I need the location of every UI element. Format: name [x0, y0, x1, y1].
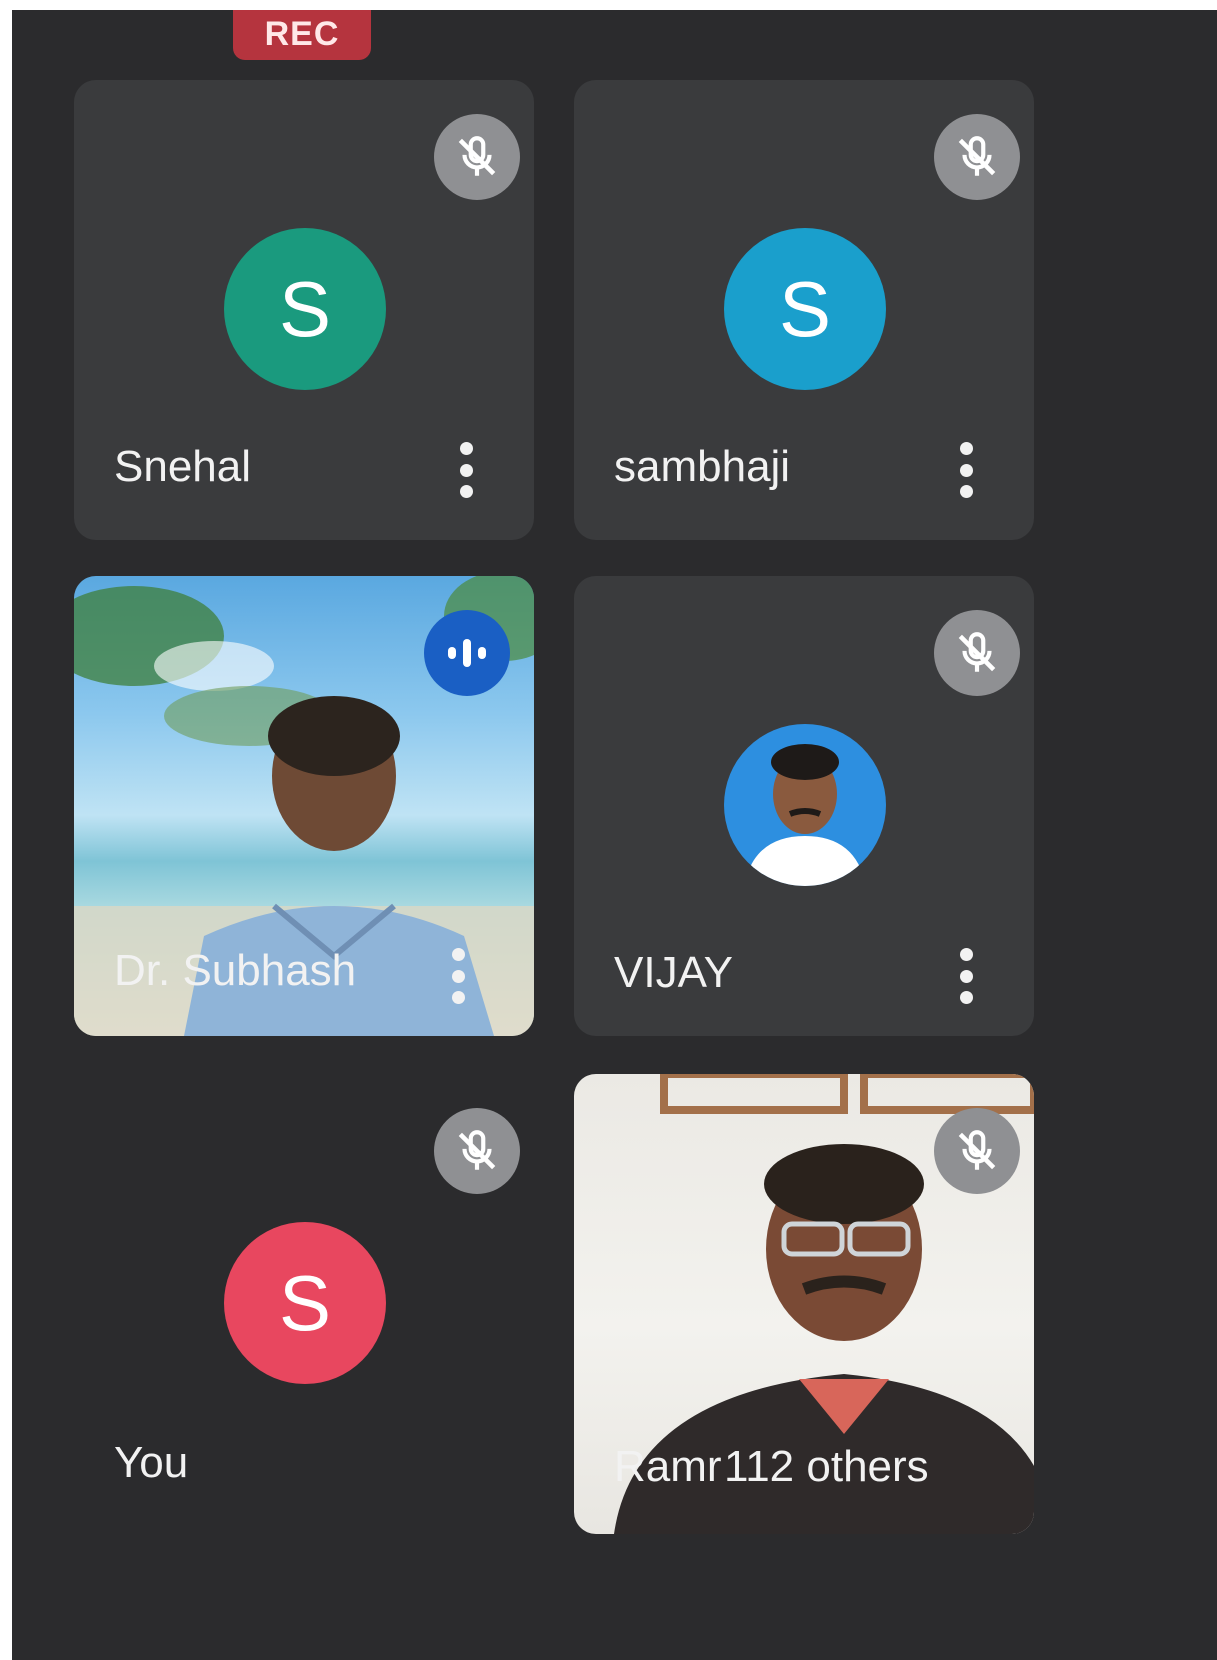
meeting-grid: REC S Snehal S sambhaji Dr. Subhash VIJA…: [12, 10, 1217, 1660]
participant-name: Ramr: [614, 1442, 722, 1491]
more-vert-icon[interactable]: [956, 948, 976, 1004]
participant-tile-others[interactable]: Ramr 112 others: [574, 1074, 1034, 1534]
recording-badge: REC: [233, 10, 371, 60]
avatar: S: [224, 228, 386, 390]
others-count-label: 112 others: [724, 1442, 929, 1491]
avatar: [724, 724, 886, 886]
mic-off-icon: [434, 1108, 520, 1194]
participant-tile-snehal[interactable]: S Snehal: [74, 80, 534, 540]
avatar: S: [224, 1222, 386, 1384]
participant-name: VIJAY: [614, 948, 734, 997]
participant-tile-you[interactable]: S You: [74, 1074, 534, 1534]
participant-name: sambhaji: [614, 442, 791, 491]
participant-tile-dr-subhash[interactable]: Dr. Subhash: [74, 576, 534, 1036]
mic-off-icon: [934, 1108, 1020, 1194]
participant-name: Dr. Subhash: [114, 946, 357, 995]
mic-off-icon: [434, 114, 520, 200]
participant-tile-sambhaji[interactable]: S sambhaji: [574, 80, 1034, 540]
mic-off-icon: [934, 610, 1020, 696]
participant-tile-vijay[interactable]: VIJAY: [574, 576, 1034, 1036]
more-vert-icon[interactable]: [456, 442, 476, 498]
more-vert-icon[interactable]: [448, 948, 468, 1004]
participant-name: You: [114, 1438, 189, 1487]
mic-off-icon: [934, 114, 1020, 200]
avatar: S: [724, 228, 886, 390]
more-vert-icon[interactable]: [956, 442, 976, 498]
participant-name: Snehal: [114, 442, 252, 491]
audio-level-icon: [424, 610, 510, 696]
